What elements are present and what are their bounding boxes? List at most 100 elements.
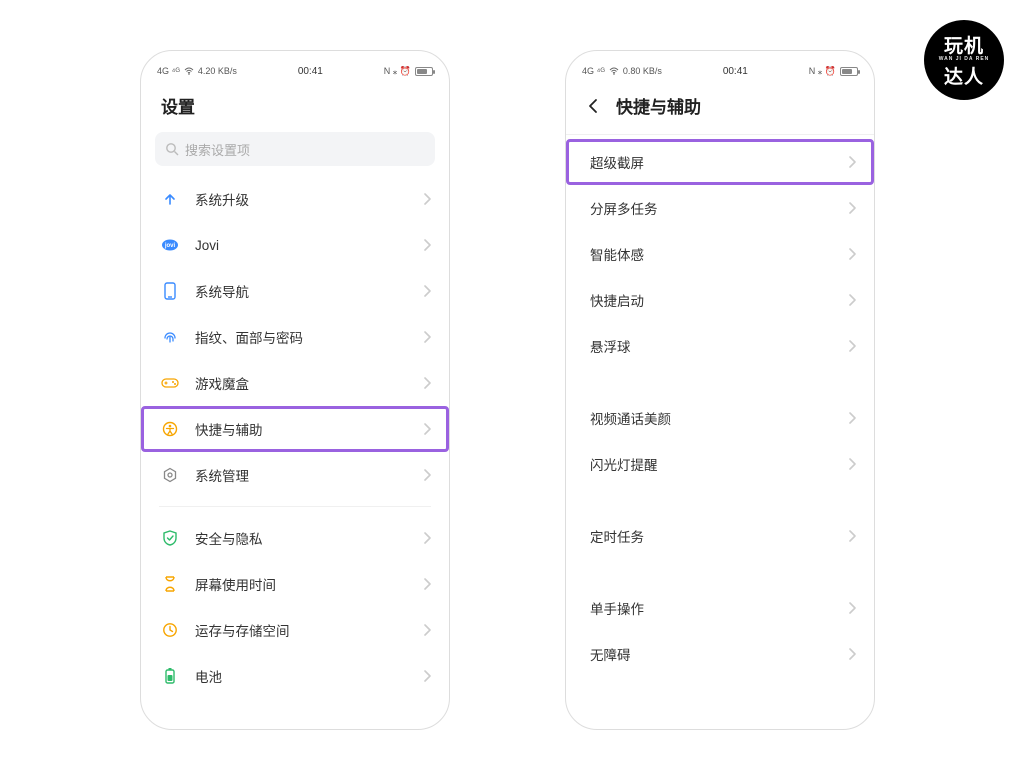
row-label: 指纹、面部与密码 [195, 327, 423, 347]
chevron-right-icon [423, 469, 431, 481]
row-floatball[interactable]: 悬浮球 [566, 323, 874, 369]
battery-icon [840, 67, 858, 76]
row-shortcut[interactable]: 快捷与辅助 [141, 406, 449, 452]
row-split[interactable]: 分屏多任务 [566, 185, 874, 231]
row-super-screenshot[interactable]: 超级截屏 [566, 139, 874, 185]
row-quicklaunch[interactable]: 快捷启动 [566, 277, 874, 323]
row-label: 快捷与辅助 [195, 419, 423, 439]
row-label: 定时任务 [590, 526, 848, 546]
chevron-right-icon [423, 331, 431, 343]
row-label: 系统升级 [195, 189, 423, 209]
search-icon [165, 142, 179, 156]
signal-text: 4G ⁴ᴳ [157, 66, 180, 76]
row-label: 运存与存储空间 [195, 620, 423, 640]
phone-settings: 4G ⁴ᴳ 4.20 KB/s 00:41 N ⁎ ⏰ 设置 搜索设置项 系统升… [140, 50, 450, 730]
row-label: 悬浮球 [590, 336, 848, 356]
row-scheduled[interactable]: 定时任务 [566, 513, 874, 559]
row-upgrade[interactable]: 系统升级 [141, 176, 449, 222]
net-speed: 4.20 KB/s [198, 66, 237, 76]
status-bar: 4G ⁴ᴳ 4.20 KB/s 00:41 N ⁎ ⏰ [141, 55, 449, 87]
clock-store-icon [159, 622, 181, 638]
row-label: 屏幕使用时间 [195, 574, 423, 594]
chevron-right-icon [848, 202, 856, 214]
arrow-up-icon [159, 191, 181, 207]
chevron-right-icon [848, 412, 856, 424]
row-battery[interactable]: 电池 [141, 653, 449, 699]
search-placeholder: 搜索设置项 [185, 140, 250, 159]
chevron-right-icon [423, 285, 431, 297]
row-label: 单手操作 [590, 598, 848, 618]
settings-list: 系统升级 jovi Jovi 系统导航指纹、面部与密码游戏魔盒快捷与辅助系统管理安全与… [141, 176, 449, 729]
chevron-right-icon [423, 578, 431, 590]
chevron-right-icon [848, 340, 856, 352]
chevron-right-icon [423, 239, 431, 251]
gamepad-icon [159, 377, 181, 389]
row-motion[interactable]: 智能体感 [566, 231, 874, 277]
gear-hex-icon [159, 467, 181, 483]
chevron-right-icon [848, 602, 856, 614]
row-flash[interactable]: 闪光灯提醒 [566, 441, 874, 487]
clock-text: 00:41 [298, 66, 323, 77]
row-label: 闪光灯提醒 [590, 454, 848, 474]
row-label: 智能体感 [590, 244, 848, 264]
row-sysmgr[interactable]: 系统管理 [141, 452, 449, 498]
svg-text:jovi: jovi [164, 243, 176, 249]
row-label: 视频通话美颜 [590, 408, 848, 428]
chevron-right-icon [848, 458, 856, 470]
row-label: Jovi [195, 238, 423, 253]
row-label: 系统管理 [195, 465, 423, 485]
fingerprint-icon [159, 329, 181, 345]
row-label: 无障碍 [590, 644, 848, 664]
status-right-icons: N ⁎ ⏰ [809, 66, 836, 77]
chevron-right-icon [423, 423, 431, 435]
chevron-right-icon [848, 648, 856, 660]
clock-text: 00:41 [723, 66, 748, 77]
page-title: 设置 [161, 93, 195, 118]
row-videobeauty[interactable]: 视频通话美颜 [566, 395, 874, 441]
row-security[interactable]: 安全与隐私 [141, 515, 449, 561]
row-accessibility[interactable]: 无障碍 [566, 631, 874, 677]
row-label: 安全与隐私 [195, 528, 423, 548]
search-input[interactable]: 搜索设置项 [155, 132, 435, 166]
row-label: 系统导航 [195, 281, 423, 301]
page-title-row: 设置 [141, 87, 449, 128]
shortcuts-list: 超级截屏分屏多任务智能体感快捷启动悬浮球视频通话美颜闪光灯提醒定时任务单手操作无… [566, 139, 874, 729]
row-jovi[interactable]: jovi Jovi [141, 222, 449, 268]
row-biometric[interactable]: 指纹、面部与密码 [141, 314, 449, 360]
accessibility-icon [159, 421, 181, 437]
row-screentime[interactable]: 屏幕使用时间 [141, 561, 449, 607]
chevron-right-icon [423, 193, 431, 205]
net-speed: 0.80 KB/s [623, 66, 662, 76]
hourglass-icon [159, 576, 181, 592]
row-onehand[interactable]: 单手操作 [566, 585, 874, 631]
wifi-icon [609, 67, 619, 75]
row-label: 电池 [195, 666, 423, 686]
battery-icon [159, 667, 181, 685]
page-title: 快捷与辅助 [616, 93, 701, 118]
chevron-right-icon [423, 377, 431, 389]
phone-shortcuts: 4G ⁴ᴳ 0.80 KB/s 00:41 N ⁎ ⏰ 快捷与辅助 超级截屏分屏… [565, 50, 875, 730]
phone-rect-icon [159, 282, 181, 300]
row-label: 游戏魔盒 [195, 373, 423, 393]
row-label: 分屏多任务 [590, 198, 848, 218]
row-label: 超级截屏 [590, 152, 848, 172]
page-title-row: 快捷与辅助 [566, 87, 874, 128]
wifi-icon [184, 67, 194, 75]
battery-icon [415, 67, 433, 76]
chevron-right-icon [848, 156, 856, 168]
signal-text: 4G ⁴ᴳ [582, 66, 605, 76]
row-gamebox[interactable]: 游戏魔盒 [141, 360, 449, 406]
back-button[interactable] [586, 98, 602, 114]
chevron-right-icon [423, 532, 431, 544]
chevron-right-icon [848, 248, 856, 260]
row-nav[interactable]: 系统导航 [141, 268, 449, 314]
jovi-icon: jovi [159, 238, 181, 252]
chevron-right-icon [423, 670, 431, 682]
watermark-logo: 玩机 WAN JI DA REN 达人 [924, 20, 1004, 100]
row-storage[interactable]: 运存与存储空间 [141, 607, 449, 653]
status-bar: 4G ⁴ᴳ 0.80 KB/s 00:41 N ⁎ ⏰ [566, 55, 874, 87]
chevron-right-icon [848, 294, 856, 306]
shield-icon [159, 530, 181, 546]
chevron-right-icon [848, 530, 856, 542]
row-label: 快捷启动 [590, 290, 848, 310]
